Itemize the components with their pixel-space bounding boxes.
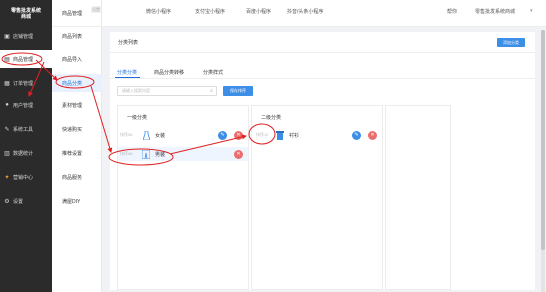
sidebar-item-label: 店铺管理 [13, 33, 34, 40]
tools-icon: ✎ [4, 126, 10, 133]
delete-icon[interactable]: ✕ [368, 130, 377, 140]
sidebar-item-users[interactable]: ● 用户管理 [0, 96, 52, 114]
sidebar-item-orders[interactable]: ▦ 订单管理 [0, 74, 52, 92]
sort-value[interactable]: 排序68 [120, 151, 132, 157]
list-item[interactable]: 排序58 女装 ✎ ✕ [118, 128, 248, 142]
help-link[interactable]: 帮你 [447, 8, 457, 15]
sidebar-item-label: 数据统计 [13, 150, 34, 157]
brand-name-line1: 零售批发系统 [10, 7, 41, 14]
submenu-header: 商品管理 [52, 0, 101, 27]
brand-name-line2: 商城 [20, 13, 31, 20]
marketing-icon: ✦ [4, 174, 10, 181]
level3-category-panel [385, 105, 451, 290]
order-icon: ▦ [4, 80, 10, 87]
brand-logo: 零售批发系统 商城 [0, 0, 52, 27]
category-name: 衬衫 [289, 132, 300, 139]
page-title: 分类列表 [118, 40, 139, 46]
delete-icon[interactable]: ✕ [234, 130, 243, 140]
top-tab-baidu[interactable]: 百度小程序 [246, 8, 271, 15]
list-item[interactable]: 排序10 衬衫 ✎ ✕ [252, 128, 382, 142]
top-tab-alipay[interactable]: 支付宝小程序 [195, 8, 225, 15]
divider [110, 78, 535, 79]
sidebar-item-label: 营销中心 [13, 174, 34, 181]
sidebar-item-settings[interactable]: ⚙ 设置 [0, 192, 52, 210]
pants-icon [142, 149, 150, 159]
sidebar-item-store[interactable]: ▣ 店铺管理 [0, 27, 52, 45]
tab-category[interactable]: 分类分类 [117, 69, 137, 76]
sidebar-item-label: 设置 [13, 198, 24, 205]
submenu-header-badge[interactable]: 设置 [91, 6, 101, 13]
sidebar-item-label: 用户管理 [13, 102, 34, 109]
sidebar-item-tools[interactable]: ✎ 系统工具 [0, 120, 52, 138]
sort-value[interactable]: 排序58 [120, 132, 132, 138]
shop-switcher[interactable]: 零售批发系统商城 [475, 8, 515, 15]
category-name: 男装 [155, 151, 166, 158]
sidebar-item-label: 商品管理 [13, 56, 34, 63]
sidebar-item-stats[interactable]: ▥ 数据统计 [0, 144, 52, 162]
submenu-item-product-import[interactable]: 商品导入 [52, 50, 102, 68]
level2-title: 二级分类 [261, 115, 282, 121]
chart-icon: ▥ [4, 150, 10, 157]
sidebar-item-marketing[interactable]: ✦ 营销中心 [0, 168, 52, 186]
shirt-icon [276, 130, 284, 140]
top-tab-douyin[interactable]: 抖音/头条小程序 [287, 8, 323, 15]
user-icon: ● [5, 102, 9, 108]
chevron-down-icon[interactable]: ▾ [530, 8, 533, 14]
sidebar-item-label: 订单管理 [13, 80, 34, 87]
submenu: 商品管理 商品列表 商品导入 商品分类 素材管理 快递购买 推荐设置 商品服务 … [52, 0, 102, 292]
submenu-item-express[interactable]: 快递购买 [52, 120, 102, 138]
dress-icon [142, 130, 150, 140]
settings-icon: ⚙ [4, 198, 10, 205]
submenu-item-service[interactable]: 商品服务 [52, 168, 102, 186]
delete-icon[interactable]: ✕ [234, 149, 243, 159]
store-icon: ▣ [4, 33, 10, 40]
sidebar-item-label: 系统工具 [13, 126, 34, 133]
save-sort-button[interactable]: 保存排序 [223, 86, 253, 96]
submenu-item-recommend[interactable]: 推荐设置 [52, 144, 102, 162]
level1-title: 一级分类 [127, 115, 148, 121]
level1-category-panel: 一级分类 排序58 女装 ✎ ✕ 排序68 男装 ✕ [117, 105, 249, 290]
submenu-item-diy[interactable]: 满屋DIY [52, 192, 102, 210]
category-name: 女装 [155, 132, 166, 139]
add-category-button[interactable]: 添加分类 [497, 38, 525, 47]
level2-category-panel: 二级分类 排序10 衬衫 ✎ ✕ [251, 105, 383, 290]
tab-category-transfer[interactable]: 商品分类转移 [154, 69, 184, 76]
tab-category-style[interactable]: 分类样式 [203, 69, 223, 76]
page-scrollbar-thumb[interactable] [541, 30, 545, 250]
list-item[interactable]: 排序68 男装 ✕ [118, 147, 248, 161]
top-tab-wechat[interactable]: 微信小程序 [146, 8, 171, 15]
main-sidebar: 零售批发系统 商城 ▣ 店铺管理 ▤ 商品管理 ▦ 订单管理 ● 用户管理 ✎ … [0, 0, 52, 292]
submenu-item-materials[interactable]: 素材管理 [52, 96, 102, 114]
edit-icon[interactable]: ✎ [352, 130, 361, 140]
category-card: 分类列表 添加分类 分类分类 商品分类转移 分类样式 请输入搜索内容 ⌕ 保存排… [110, 32, 535, 290]
submenu-item-product-category[interactable]: 商品分类 [52, 74, 102, 92]
search-placeholder: 请输入搜索内容 [122, 88, 150, 93]
search-input[interactable]: 请输入搜索内容 ⌕ [117, 86, 217, 96]
divider [110, 52, 535, 53]
sidebar-item-products[interactable]: ▤ 商品管理 [0, 50, 52, 68]
submenu-item-product-list[interactable]: 商品列表 [52, 27, 102, 45]
sort-value[interactable]: 排序10 [256, 132, 268, 138]
search-icon[interactable]: ⌕ [210, 88, 213, 94]
product-icon: ▤ [4, 56, 10, 63]
edit-icon[interactable]: ✎ [218, 130, 227, 140]
